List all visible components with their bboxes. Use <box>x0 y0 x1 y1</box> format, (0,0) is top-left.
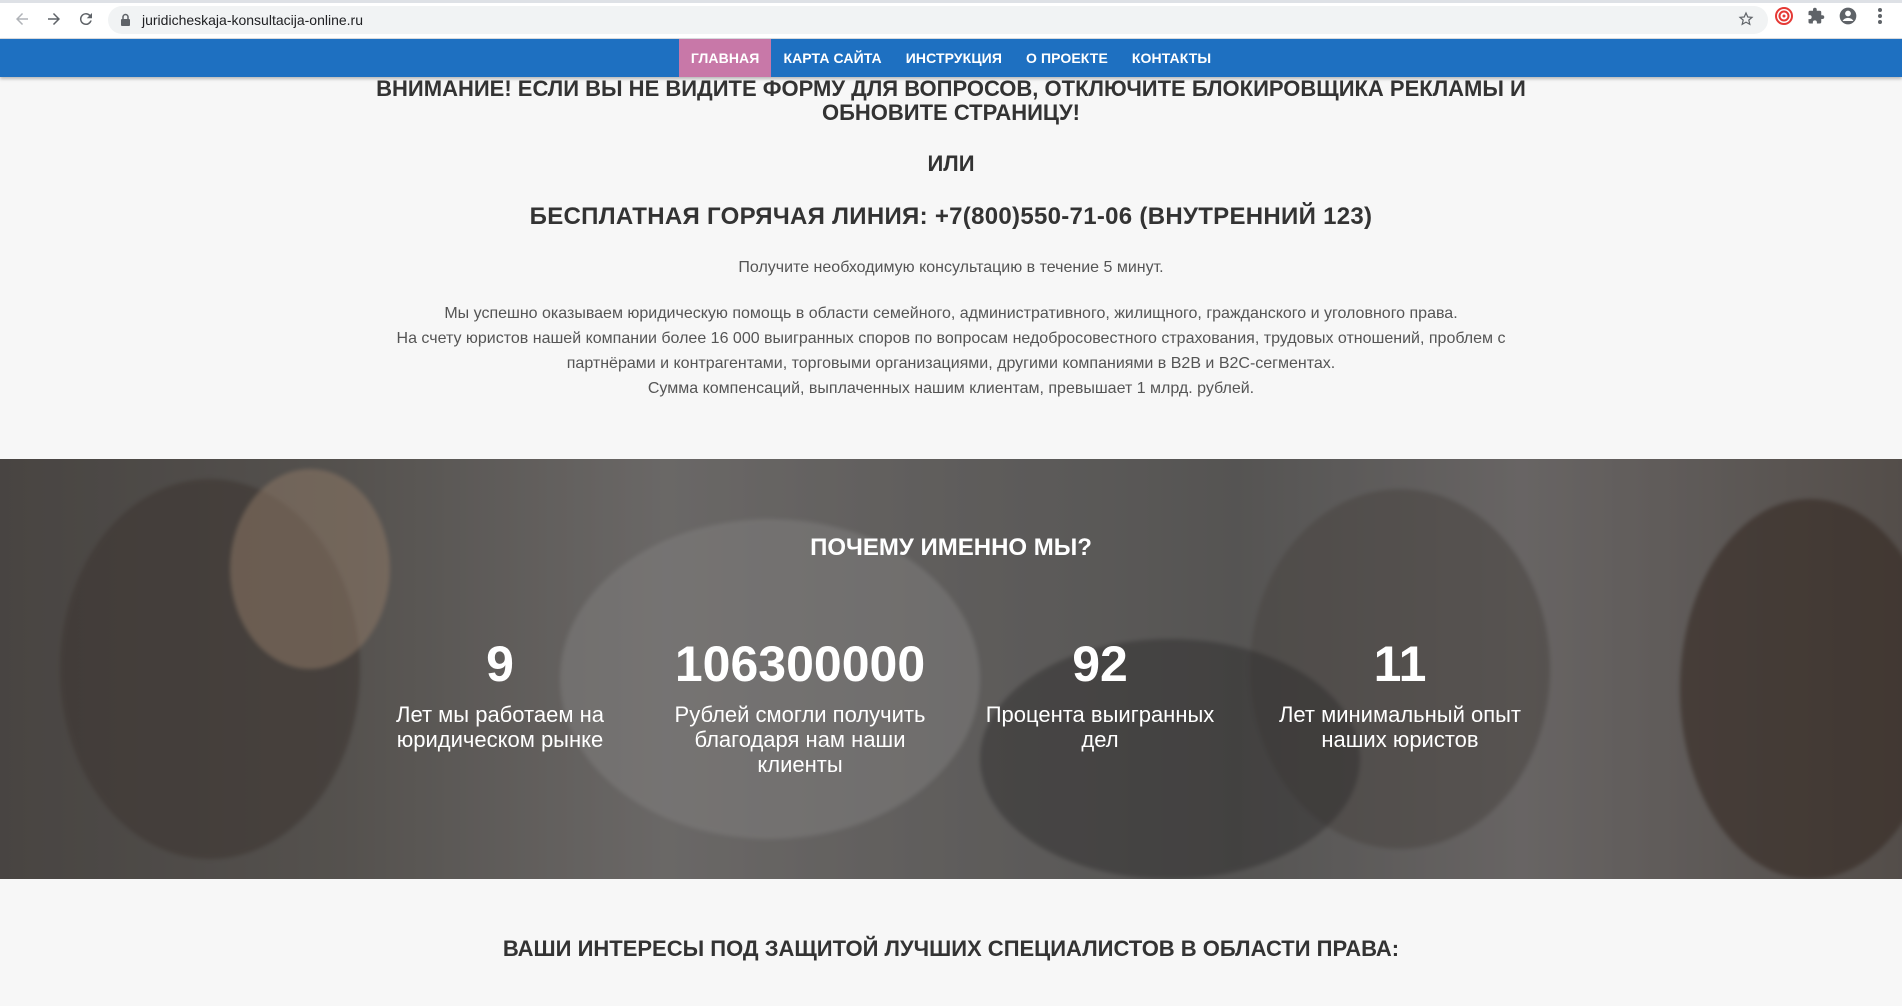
puzzle-icon[interactable] <box>1804 4 1828 28</box>
stat-rubles: 106300000 Рублей смогли получить благода… <box>660 636 940 777</box>
nav-item-instructions[interactable]: ИНСТРУКЦИЯ <box>894 39 1014 77</box>
or-text: ИЛИ <box>927 151 975 176</box>
account-icon[interactable] <box>1836 4 1860 28</box>
consultation-subtitle: Получите необходимую консультацию в тече… <box>738 259 1164 276</box>
nav-item-contacts[interactable]: КОНТАКТЫ <box>1120 39 1223 77</box>
dark-overlay <box>0 459 1902 879</box>
description-line: партнёрами и контрагентами, торговыми ор… <box>566 355 1336 372</box>
stat-percent: 92 Процента выигранных дел <box>980 636 1220 752</box>
notice-line-2: ОБНОВИТЕ СТРАНИЦУ! <box>821 100 1081 125</box>
stat-label-line: клиенты <box>757 752 843 777</box>
address-bar[interactable]: juridicheskaja-konsultacija-online.ru <box>108 6 1768 34</box>
arrow-left-icon <box>16 13 28 25</box>
notice-line-1: ВНИМАНИЕ! ЕСЛИ ВЫ НЕ ВИДИТЕ ФОРМУ ДЛЯ ВО… <box>376 76 1526 101</box>
why-us-section: ПОЧЕМУ ИМЕННО МЫ? 9 Лет мы работаем на ю… <box>0 459 1902 879</box>
stat-label: Рублей смогли получить благодаря нам наш… <box>660 702 940 777</box>
specialists-title: ВАШИ ИНТЕРЕСЫ ПОД ЗАЩИТОЙ ЛУЧШИХ СПЕЦИАЛ… <box>502 936 1400 961</box>
stat-number: 9 <box>486 636 514 692</box>
extension-icons <box>1772 4 1892 28</box>
stat-number: 11 <box>1373 636 1427 692</box>
description-line: Мы успешно оказываем юридическую помощь … <box>444 305 1458 322</box>
stat-label-line: Рублей смогли получить <box>674 702 926 727</box>
lock-icon <box>120 13 134 27</box>
menu-dots-icon[interactable] <box>1868 4 1892 28</box>
description-line: На счету юристов нашей компании более 16… <box>396 330 1506 347</box>
stat-years: 9 Лет мы работаем на юридическом рынке <box>390 636 610 752</box>
stat-label-line: юридическом рынке <box>396 727 604 752</box>
stat-label: Процента выигранных дел <box>980 702 1220 752</box>
description-line: Сумма компенсаций, выплаченных нашим кли… <box>647 380 1255 397</box>
stat-label-line: Процента выигранных <box>985 702 1215 727</box>
hotline-text: БЕСПЛАТНАЯ ГОРЯЧАЯ ЛИНИЯ: +7(800)550-71-… <box>529 203 1373 230</box>
stat-number: 92 <box>1072 636 1128 692</box>
stat-label: Лет мы работаем на юридическом рынке <box>390 702 610 752</box>
stat-experience: 11 Лет минимальный опыт наших юристов <box>1270 636 1530 752</box>
stat-label-line: дел <box>1081 727 1119 752</box>
reload-button[interactable] <box>70 3 102 35</box>
back-button[interactable] <box>6 3 38 35</box>
company-description: Мы успешно оказываем юридическую помощь … <box>0 301 1902 401</box>
reload-icon <box>79 13 92 26</box>
forward-button[interactable] <box>38 3 70 35</box>
adblock-notice: ВНИМАНИЕ! ЕСЛИ ВЫ НЕ ВИДИТЕ ФОРМУ ДЛЯ ВО… <box>0 77 1902 125</box>
url-text: juridicheskaja-konsultacija-online.ru <box>142 12 363 28</box>
nav-item-home[interactable]: ГЛАВНАЯ <box>678 39 772 77</box>
stat-label-line: наших юристов <box>1321 727 1479 752</box>
site-navigation: ГЛАВНАЯ КАРТА САЙТА ИНСТРУКЦИЯ О ПРОЕКТЕ… <box>0 39 1902 77</box>
bookmark-star-icon[interactable] <box>1738 11 1754 32</box>
intro-section: ВНИМАНИЕ! ЕСЛИ ВЫ НЕ ВИДИТЕ ФОРМУ ДЛЯ ВО… <box>0 77 1902 401</box>
browser-toolbar: juridicheskaja-konsultacija-online.ru <box>0 0 1902 39</box>
arrow-right-icon <box>48 13 60 25</box>
nav-item-sitemap[interactable]: КАРТА САЙТА <box>771 39 893 77</box>
tab-strip-edge <box>0 0 1902 3</box>
stat-label: Лет минимальный опыт наших юристов <box>1270 702 1530 752</box>
stat-label-line: Лет мы работаем на <box>396 702 604 727</box>
target-extension-icon[interactable] <box>1772 4 1796 28</box>
nav-item-about[interactable]: О ПРОЕКТЕ <box>1014 39 1120 77</box>
why-us-title: ПОЧЕМУ ИМЕННО МЫ? <box>810 534 1092 561</box>
stat-label-line: благодаря нам наши <box>694 727 906 752</box>
stat-number: 106300000 <box>674 636 926 692</box>
stat-label-line: Лет минимальный опыт <box>1278 702 1522 727</box>
